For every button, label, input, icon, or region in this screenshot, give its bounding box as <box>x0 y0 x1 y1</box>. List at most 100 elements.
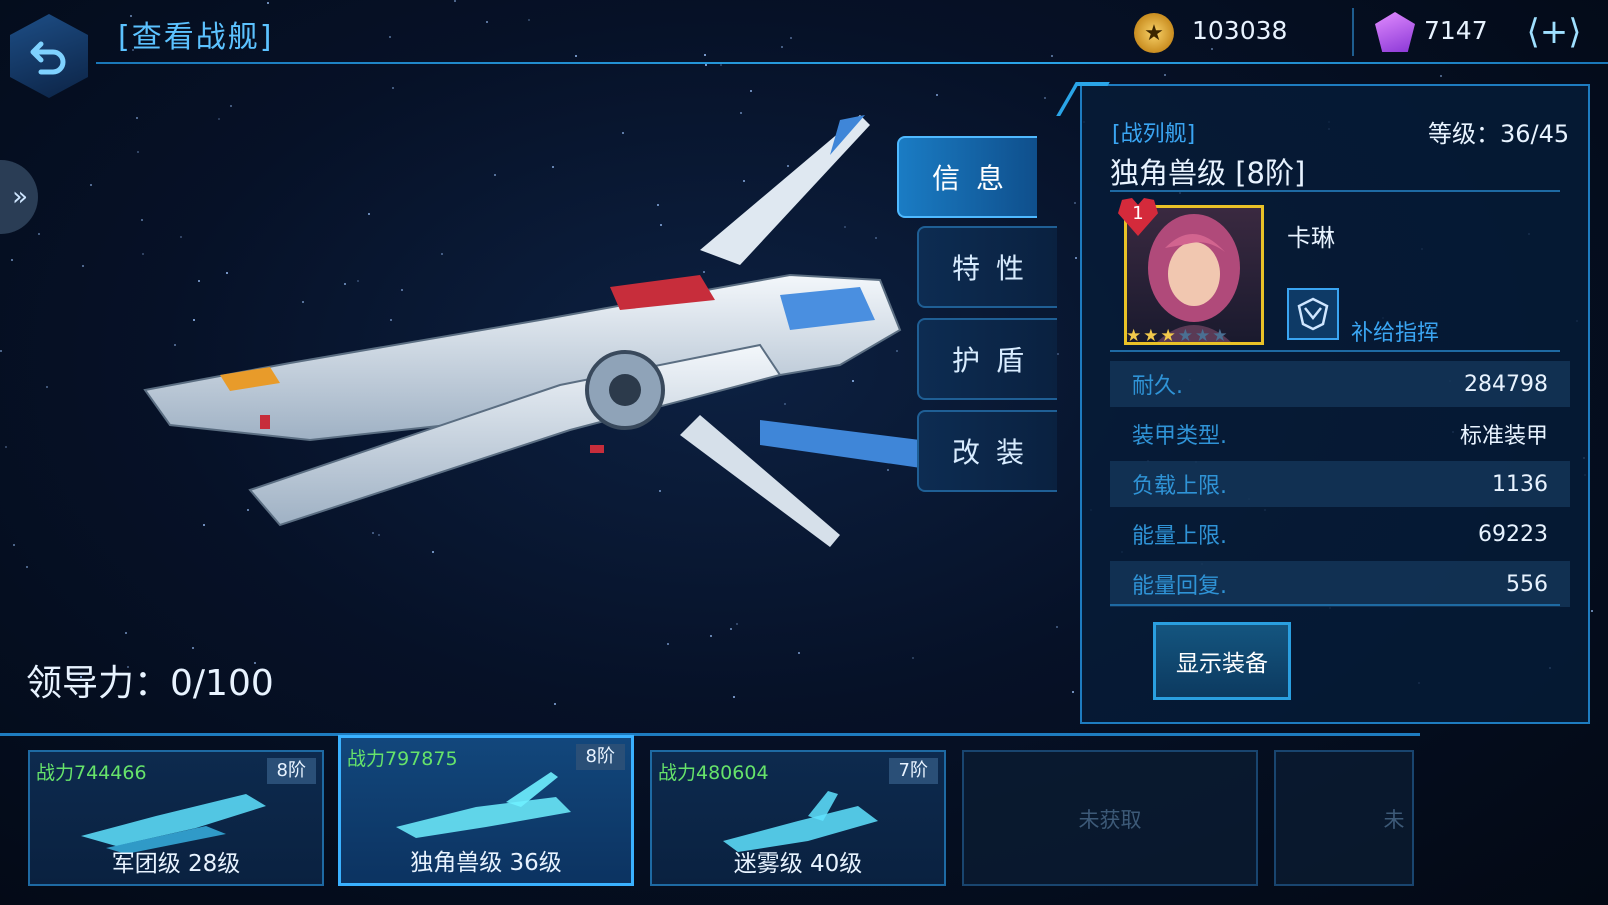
stat-label: 能量回复. <box>1132 574 1227 599</box>
star-empty-icon: ★ <box>1212 326 1230 346</box>
ship-model <box>143 115 940 547</box>
tab-modify-label: 改装 <box>951 436 1040 469</box>
star-dot <box>46 386 48 388</box>
stat-value: 标准装甲 <box>1459 424 1548 449</box>
star-dot <box>5 446 7 448</box>
stat-label: 耐久. <box>1132 374 1183 399</box>
card-name: 独角兽级 36级 <box>410 850 562 876</box>
star-dot <box>705 64 707 66</box>
ship-type: [战列舰] <box>1112 122 1196 147</box>
ship-card[interactable]: 战力744466 8阶 军团级 28级 <box>28 750 324 886</box>
card-name: 军团级 28级 <box>111 851 241 877</box>
divider <box>1110 190 1560 192</box>
stat-label: 能量上限. <box>1132 524 1227 549</box>
currency-divider <box>1352 8 1354 56</box>
card-grade: 8阶 <box>575 744 625 770</box>
skill-emblem-icon[interactable] <box>1287 288 1339 340</box>
star-filled-icon: ★ <box>1143 326 1161 346</box>
star-dot <box>137 151 139 153</box>
ship-card-locked[interactable]: 未获取 <box>962 750 1258 886</box>
divider <box>1110 350 1560 352</box>
star-dot <box>38 233 40 235</box>
star-dot <box>392 87 394 89</box>
stat-value: 1136 <box>1492 471 1548 497</box>
officer-name: 卡琳 <box>1287 224 1335 252</box>
page-title: [查看战舰] <box>118 20 274 55</box>
stat-row: 能量回复. 556 <box>1110 561 1570 607</box>
star-dot <box>798 652 800 654</box>
ship-card-locked[interactable]: 未 <box>1274 750 1414 886</box>
stat-row: 耐久. 284798 <box>1110 361 1570 407</box>
star-dot <box>1072 691 1074 693</box>
tab-shield[interactable]: 护盾 <box>917 318 1057 400</box>
star-filled-icon: ★ <box>1126 326 1144 346</box>
star-dot <box>720 64 722 66</box>
ship-level: 等级：36/45 <box>1428 120 1570 148</box>
tab-traits[interactable]: 特性 <box>917 226 1057 308</box>
star-dot <box>1075 257 1077 259</box>
skill-name: 补给指挥 <box>1351 321 1440 346</box>
coin-count: 103038 <box>1192 16 1288 45</box>
star-dot <box>90 184 92 186</box>
card-power: 战力797875 <box>347 748 458 770</box>
star-filled-icon: ★ <box>1160 326 1178 346</box>
officer-star-rating: ★★★★★★ <box>1126 326 1262 346</box>
star-dot <box>1591 610 1593 612</box>
star-dot <box>554 703 556 705</box>
star-dot <box>1440 75 1442 77</box>
stat-label: 装甲类型. <box>1132 424 1227 449</box>
add-currency-button[interactable]: ⟨+⟩ <box>1525 12 1583 52</box>
star-dot <box>1164 74 1166 76</box>
stat-row: 装甲类型. 标准装甲 <box>1110 411 1570 457</box>
stat-label: 负载上限. <box>1132 474 1227 499</box>
card-grade: 7阶 <box>888 758 938 784</box>
star-dot <box>1057 353 1059 355</box>
star-dot <box>0 350 2 352</box>
tab-modify[interactable]: 改装 <box>917 410 1057 492</box>
plus-icon: + <box>1539 12 1569 52</box>
ship-thumbnail <box>396 772 571 838</box>
ship-card-selected[interactable]: 战力797875 8阶 独角兽级 36级 <box>338 735 634 886</box>
tab-info[interactable]: 信息 <box>897 136 1037 218</box>
shield-emblem-icon <box>1297 297 1329 331</box>
tab-info-label: 信息 <box>931 162 1020 195</box>
star-empty-icon: ★ <box>1195 326 1213 346</box>
stat-value: 69223 <box>1478 521 1548 547</box>
tab-shield-label: 护盾 <box>951 344 1040 377</box>
star-dot <box>125 632 127 634</box>
star-dot <box>136 117 138 119</box>
card-power: 战力480604 <box>658 762 769 784</box>
card-grade: 8阶 <box>266 758 316 784</box>
star-dot <box>740 112 742 114</box>
stat-row: 能量上限. 69223 <box>1110 511 1570 557</box>
star-dot <box>730 628 732 630</box>
star-dot <box>82 265 84 267</box>
double-chevron-icon: » <box>12 182 28 212</box>
star-dot <box>26 566 28 568</box>
star-dot <box>710 635 712 637</box>
star-dot <box>936 94 938 96</box>
star-dot <box>13 544 15 546</box>
roster-divider <box>0 733 1420 736</box>
officer-avatar <box>1148 214 1240 342</box>
show-equipment-button[interactable]: 显示装备 <box>1153 622 1291 700</box>
star-dot <box>230 105 232 107</box>
star-dot <box>1074 202 1076 204</box>
stat-row: 负载上限. 1136 <box>1110 461 1570 507</box>
not-obtained-label: 未 <box>1383 808 1405 832</box>
tab-traits-label: 特性 <box>951 252 1040 285</box>
star-empty-icon: ★ <box>1177 326 1195 346</box>
star-dot <box>11 259 13 261</box>
star-dot <box>1044 97 1046 99</box>
stat-value: 284798 <box>1464 371 1548 397</box>
star-dot <box>912 657 914 659</box>
star-dot <box>736 623 738 625</box>
star-dot <box>667 643 669 645</box>
coin-icon: ★ <box>1134 13 1174 53</box>
ship-name: 独角兽级 [8阶] <box>1110 156 1306 190</box>
star-dot <box>750 90 752 92</box>
back-arrow-icon <box>30 41 66 75</box>
not-obtained-label: 未获取 <box>1078 808 1142 832</box>
card-name: 迷雾级 40级 <box>733 851 863 877</box>
ship-card[interactable]: 战力480604 7阶 迷雾级 40级 <box>650 750 946 886</box>
